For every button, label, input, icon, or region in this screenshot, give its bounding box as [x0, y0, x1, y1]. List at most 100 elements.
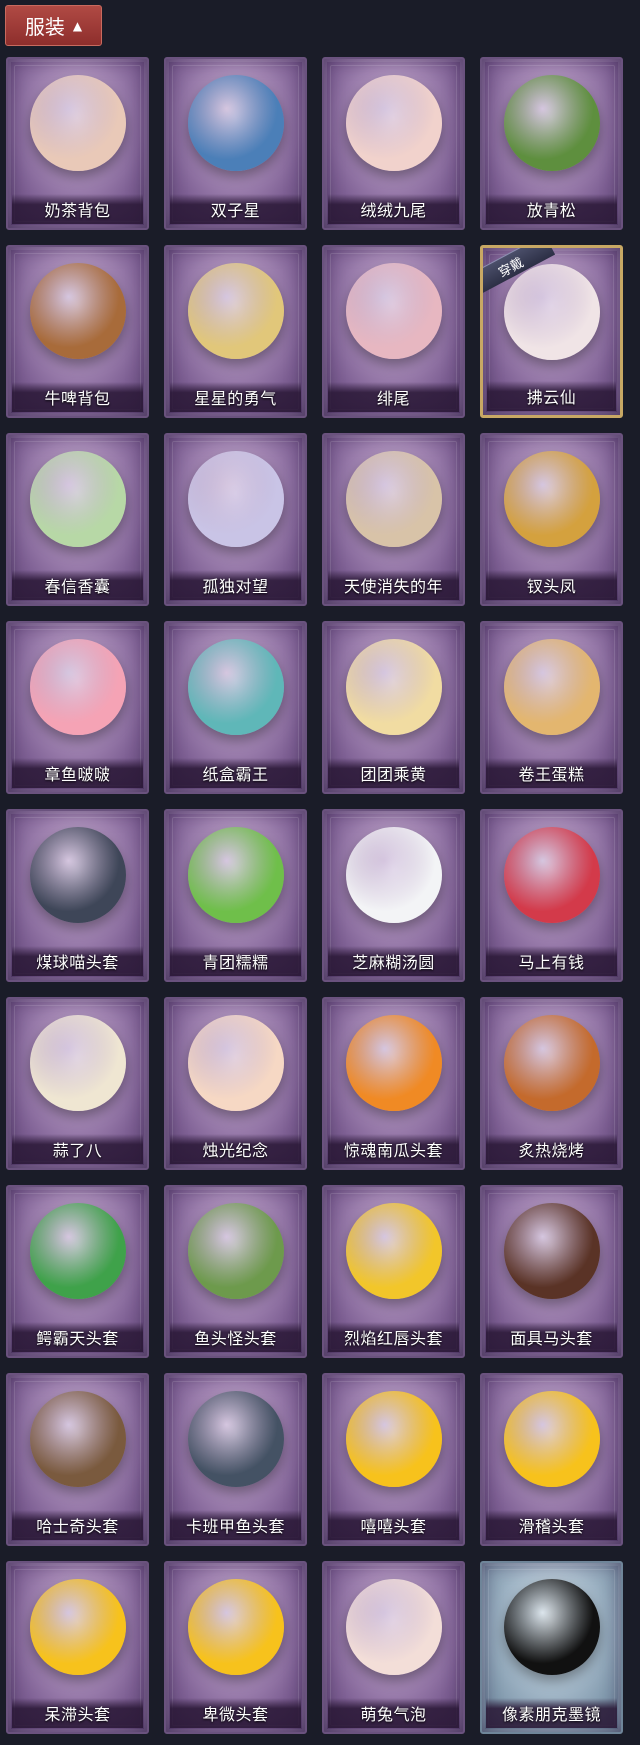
candle-icon [187, 1015, 284, 1111]
garlic-icon [29, 1015, 126, 1111]
item-label: 纸盒霸王 [170, 758, 301, 788]
item-label: 团团乘黄 [328, 758, 459, 788]
angel-keychain-icon [345, 451, 442, 547]
item-label: 绯尾 [328, 382, 459, 412]
yellow-rat-mask-icon [345, 1203, 442, 1299]
twin-star-figure-icon [187, 75, 284, 171]
red-horse-mask-icon [503, 827, 600, 923]
item-card[interactable]: 穿戴 拂云仙 [480, 245, 623, 418]
item-card[interactable]: 煤球喵头套 [6, 809, 149, 982]
item-card[interactable]: 惊魂南瓜头套 [322, 997, 465, 1170]
nine-tail-fox-icon [345, 75, 442, 171]
item-card[interactable]: 呆滞头套 [6, 1561, 149, 1734]
item-label: 鱼头怪头套 [170, 1322, 301, 1352]
pixel-sunglasses-icon [503, 1579, 600, 1675]
pink-fox-keychain-icon [345, 263, 442, 359]
item-label: 芝麻糊汤圆 [328, 946, 459, 976]
item-card[interactable]: 天使消失的年 [322, 433, 465, 606]
whale-mask-icon [187, 1391, 284, 1487]
bonsai-pine-icon [503, 75, 600, 171]
item-label: 青团糯糯 [170, 946, 301, 976]
item-card[interactable]: 春信香囊 [6, 433, 149, 606]
item-card[interactable]: 炙热烧烤 [480, 997, 623, 1170]
green-sachet-icon [29, 451, 126, 547]
item-card[interactable]: 星星的勇气 [164, 245, 307, 418]
outfit-tab-label: 服装 [24, 15, 65, 39]
item-card[interactable]: 奶茶背包 [6, 57, 149, 230]
item-label: 章鱼啵啵 [12, 758, 143, 788]
item-card[interactable]: 团团乘黄 [322, 621, 465, 794]
item-label: 嘻嘻头套 [328, 1510, 459, 1540]
item-card[interactable]: 鱼头怪头套 [164, 1185, 307, 1358]
dazed-emoji-mask-icon [29, 1579, 126, 1675]
box-dinosaur-icon [187, 639, 284, 735]
bbq-meat-icon [503, 1015, 600, 1111]
funny-emoji-mask-icon [503, 1391, 600, 1487]
grinning-emoji-mask-icon [345, 1391, 442, 1487]
black-cat-mask-icon [29, 827, 126, 923]
item-card[interactable]: 牛啤背包 [6, 245, 149, 418]
roll-cake-icon [503, 639, 600, 735]
phoenix-crown-keychain-icon [503, 451, 600, 547]
item-card[interactable]: 鳄霸天头套 [6, 1185, 149, 1358]
horse-head-mask-icon [503, 1203, 600, 1299]
item-label: 像素朋克墨镜 [486, 1698, 617, 1728]
star-keychain-icon [187, 263, 284, 359]
item-label: 鳄霸天头套 [12, 1322, 143, 1352]
item-card[interactable]: 卡班甲鱼头套 [164, 1373, 307, 1546]
item-label: 滑稽头套 [486, 1510, 617, 1540]
bunny-bubble-icon [345, 1579, 442, 1675]
item-card[interactable]: 双子星 [164, 57, 307, 230]
milk-tea-backpack-icon [29, 75, 126, 171]
fish-head-mask-icon [187, 1203, 284, 1299]
item-label: 蒜了八 [12, 1134, 143, 1164]
item-card[interactable]: 面具马头套 [480, 1185, 623, 1358]
outfit-tab[interactable]: 服装 ▲ [5, 5, 102, 46]
rice-dumpling-icon [345, 827, 442, 923]
cream-creature-icon [345, 639, 442, 735]
item-label: 卡班甲鱼头套 [170, 1510, 301, 1540]
item-card[interactable]: 滑稽头套 [480, 1373, 623, 1546]
item-label: 烈焰红唇头套 [328, 1322, 459, 1352]
item-card[interactable]: 绯尾 [322, 245, 465, 418]
cow-beer-barrel-icon [29, 263, 126, 359]
item-label: 煤球喵头套 [12, 946, 143, 976]
item-card[interactable]: 钗头凤 [480, 433, 623, 606]
item-label: 双子星 [170, 194, 301, 224]
item-card[interactable]: 哈士奇头套 [6, 1373, 149, 1546]
item-card[interactable]: 章鱼啵啵 [6, 621, 149, 794]
item-card[interactable]: 马上有钱 [480, 809, 623, 982]
item-label: 星星的勇气 [170, 382, 301, 412]
green-rice-ball-icon [187, 827, 284, 923]
item-card[interactable]: 萌兔气泡 [322, 1561, 465, 1734]
item-card[interactable]: 青团糯糯 [164, 809, 307, 982]
item-label: 卷王蛋糕 [486, 758, 617, 788]
cloud-immortal-keychain-icon [503, 264, 600, 360]
item-card[interactable]: 烈焰红唇头套 [322, 1185, 465, 1358]
pink-octopus-icon [29, 639, 126, 735]
item-card[interactable]: 孤独对望 [164, 433, 307, 606]
item-label: 钗头凤 [486, 570, 617, 600]
item-card[interactable]: 绒绒九尾 [322, 57, 465, 230]
item-card[interactable]: 芝麻糊汤圆 [322, 809, 465, 982]
item-card[interactable]: 卷王蛋糕 [480, 621, 623, 794]
item-label: 烛光纪念 [170, 1134, 301, 1164]
item-card[interactable]: 烛光纪念 [164, 997, 307, 1170]
lonely-gaze-keychain-icon [187, 451, 284, 547]
item-card[interactable]: 嘻嘻头套 [322, 1373, 465, 1546]
husky-mask-icon [29, 1391, 126, 1487]
item-label: 哈士奇头套 [12, 1510, 143, 1540]
item-label: 拂云仙 [487, 381, 616, 411]
item-card[interactable]: 放青松 [480, 57, 623, 230]
item-card[interactable]: 像素朋克墨镜 [480, 1561, 623, 1734]
item-label: 萌兔气泡 [328, 1698, 459, 1728]
item-label: 放青松 [486, 194, 617, 224]
item-card[interactable]: 蒜了八 [6, 997, 149, 1170]
item-label: 面具马头套 [486, 1322, 617, 1352]
item-label: 卑微头套 [170, 1698, 301, 1728]
item-label: 奶茶背包 [12, 194, 143, 224]
item-card[interactable]: 纸盒霸王 [164, 621, 307, 794]
item-label: 绒绒九尾 [328, 194, 459, 224]
item-card[interactable]: 卑微头套 [164, 1561, 307, 1734]
item-label: 春信香囊 [12, 570, 143, 600]
